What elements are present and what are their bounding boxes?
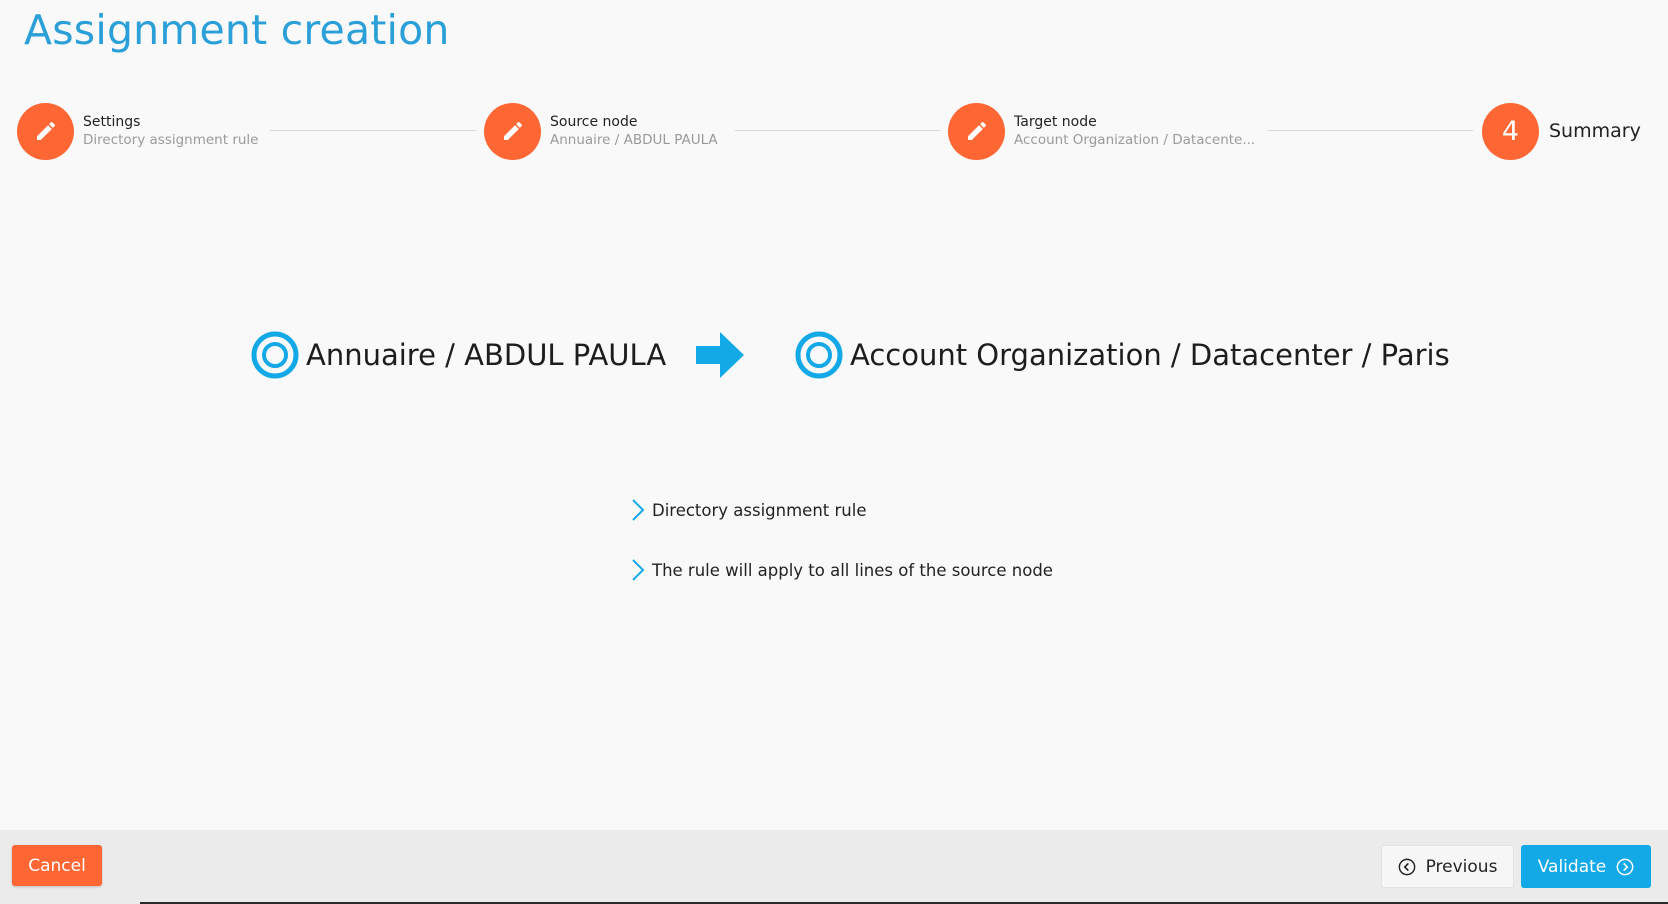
chevron-right-icon (632, 559, 645, 581)
detail-text: Directory assignment rule (652, 500, 867, 520)
step-settings-sublabel: Directory assignment rule (83, 132, 259, 148)
validate-button-label: Validate (1537, 856, 1607, 877)
pencil-icon (967, 121, 986, 140)
step-source-node-label: Source node (550, 114, 638, 130)
step-summary-label: Summary (1549, 120, 1641, 142)
target-node: Account Organization / Datacenter / Pari… (795, 330, 1450, 380)
summary-details: Directory assignment rule The rule will … (630, 495, 1053, 615)
cancel-button-label: Cancel (28, 855, 86, 876)
previous-button[interactable]: Previous (1381, 845, 1514, 888)
circle-chevron-right-icon (1616, 858, 1634, 875)
detail-text: The rule will apply to all lines of the … (652, 560, 1053, 580)
step-source-node-circle[interactable] (484, 102, 541, 160)
step-source-node[interactable]: Source node Annuaire / ABDUL PAULA (484, 102, 718, 160)
assignment-mapping: Annuaire / ABDUL PAULA Account Organizat… (0, 330, 1668, 380)
step-source-node-sublabel: Annuaire / ABDUL PAULA (550, 132, 718, 148)
list-item: Directory assignment rule (630, 495, 1053, 525)
source-node: Annuaire / ABDUL PAULA (251, 330, 666, 380)
pencil-icon (503, 121, 522, 140)
list-item: The rule will apply to all lines of the … (630, 555, 1053, 585)
chevron-right-icon (632, 499, 645, 521)
step-summary-number: 4 (1501, 115, 1520, 147)
step-summary-circle[interactable]: 4 (1482, 102, 1539, 160)
source-node-label: Annuaire / ABDUL PAULA (306, 338, 667, 372)
cancel-button[interactable]: Cancel (12, 845, 102, 886)
target-node-label: Account Organization / Datacenter / Pari… (850, 338, 1450, 372)
step-target-node-circle[interactable] (948, 102, 1005, 160)
page-title: Assignment creation (24, 6, 450, 54)
step-settings-circle[interactable] (17, 102, 74, 160)
step-settings[interactable]: Settings Directory assignment rule (17, 102, 259, 160)
target-circle-icon (251, 331, 299, 379)
step-settings-label: Settings (83, 114, 141, 130)
step-connector (270, 130, 476, 131)
arrow-right-icon (696, 332, 744, 378)
step-target-node-label: Target node (1014, 114, 1097, 130)
pencil-icon (36, 121, 55, 140)
wizard-stepper: Settings Directory assignment rule Sourc… (0, 102, 1668, 160)
step-connector (735, 130, 940, 131)
validate-button[interactable]: Validate (1521, 845, 1651, 888)
step-summary[interactable]: 4 Summary (1482, 102, 1641, 160)
previous-button-label: Previous (1425, 856, 1498, 877)
step-target-node-sublabel: Account Organization / Datacente... (1014, 132, 1256, 148)
circle-chevron-left-icon (1398, 858, 1415, 875)
step-connector (1268, 130, 1473, 131)
step-target-node[interactable]: Target node Account Organization / Datac… (948, 102, 1255, 160)
target-circle-icon (795, 331, 843, 379)
